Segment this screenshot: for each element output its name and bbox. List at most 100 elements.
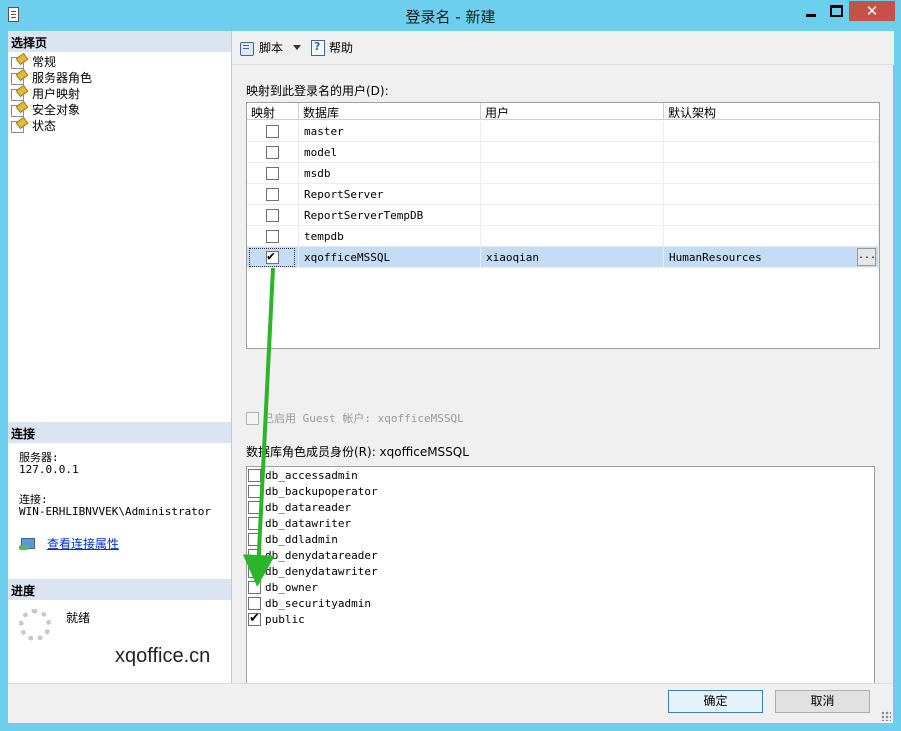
database-cell[interactable]: xqofficeMSSQL <box>299 247 481 268</box>
script-icon <box>240 41 255 56</box>
user-cell[interactable] <box>481 121 664 142</box>
login-new-window: 登录名 - 新建 ✕ 选择页 常规 服务器角色 用户映射 安全对象 状态 连接 … <box>0 0 901 731</box>
watermark: xqoffice.cn <box>115 645 211 667</box>
role-checkbox[interactable] <box>248 596 261 610</box>
database-cell[interactable]: ReportServer <box>299 184 481 205</box>
dialog-button-bar: 确定 取消 <box>8 683 893 723</box>
page-item-general[interactable]: 常规 <box>11 53 92 69</box>
user-cell[interactable]: xiaoqian <box>481 247 664 268</box>
dialog-body: 选择页 常规 服务器角色 用户映射 安全对象 状态 连接 服务器: 127.0.… <box>8 31 894 723</box>
role-checkbox[interactable] <box>248 580 261 594</box>
table-row[interactable]: xqofficeMSSQL xiaoqian HumanResources... <box>247 247 879 268</box>
list-item[interactable]: db_datareader <box>248 499 351 515</box>
role-checkbox[interactable] <box>248 611 261 627</box>
user-cell[interactable] <box>481 142 664 163</box>
view-connection-link[interactable]: 查看连接属性 <box>47 535 119 552</box>
map-cell <box>247 142 299 163</box>
view-connection-properties[interactable]: 查看连接属性 <box>19 535 119 552</box>
column-header-map[interactable]: 映射 <box>247 103 299 120</box>
map-checkbox[interactable] <box>266 146 279 159</box>
window-title: 登录名 - 新建 <box>405 8 496 26</box>
list-item[interactable]: db_ddladmin <box>248 531 338 547</box>
table-row[interactable]: ReportServerTempDB <box>247 205 879 226</box>
page-item-label: 常规 <box>32 54 57 69</box>
script-button[interactable]: 脚本 <box>240 39 302 56</box>
column-header-database[interactable]: 数据库 <box>299 103 481 120</box>
list-item[interactable]: db_denydatareader <box>248 547 378 563</box>
list-item[interactable]: db_denydatawriter <box>248 563 378 579</box>
list-item[interactable]: public <box>248 611 305 627</box>
map-cell <box>247 184 299 205</box>
database-cell[interactable]: msdb <box>299 163 481 184</box>
map-cell <box>247 226 299 247</box>
map-checkbox[interactable] <box>266 188 279 201</box>
minimize-button[interactable] <box>798 1 823 21</box>
role-checkbox[interactable] <box>248 516 261 530</box>
page-item-status[interactable]: 状态 <box>11 117 92 133</box>
database-cell-text: ReportServer <box>304 188 384 201</box>
table-row[interactable]: msdb <box>247 163 879 184</box>
table-row[interactable]: tempdb <box>247 226 879 247</box>
map-checkbox[interactable] <box>266 125 279 138</box>
column-header-user[interactable]: 用户 <box>481 103 664 120</box>
default-schema-cell[interactable] <box>664 205 879 226</box>
user-cell[interactable] <box>481 226 664 247</box>
role-checkbox[interactable] <box>248 500 261 514</box>
left-pane: 选择页 常规 服务器角色 用户映射 安全对象 状态 连接 服务器: 127.0.… <box>8 31 231 683</box>
cancel-button[interactable]: 取消 <box>775 690 870 713</box>
role-checkbox[interactable] <box>248 468 261 482</box>
default-schema-cell[interactable]: HumanResources... <box>664 247 879 268</box>
user-cell[interactable] <box>481 205 664 226</box>
help-label: 帮助 <box>329 41 354 55</box>
help-button[interactable]: 帮助 <box>311 39 353 56</box>
default-schema-cell[interactable] <box>664 184 879 205</box>
page-item-server-roles[interactable]: 服务器角色 <box>11 69 92 85</box>
default-schema-cell[interactable] <box>664 163 879 184</box>
page-item-label: 安全对象 <box>32 102 81 117</box>
role-checkbox[interactable] <box>248 484 261 498</box>
map-checkbox[interactable] <box>266 167 279 180</box>
role-checkbox[interactable] <box>248 564 261 578</box>
list-item[interactable]: db_backupoperator <box>248 483 378 499</box>
mapping-title: 映射到此登录名的用户(D): <box>246 84 389 98</box>
database-cell[interactable]: ReportServerTempDB <box>299 205 481 226</box>
chevron-down-icon[interactable] <box>293 45 302 50</box>
table-row[interactable]: master <box>247 121 879 142</box>
default-schema-cell[interactable] <box>664 226 879 247</box>
title-bar[interactable]: 登录名 - 新建 ✕ <box>0 0 901 31</box>
ok-button[interactable]: 确定 <box>668 690 763 713</box>
resize-grip-icon[interactable] <box>881 711 891 721</box>
map-checkbox[interactable] <box>266 209 279 222</box>
role-checkbox[interactable] <box>248 548 261 562</box>
role-label: db_owner <box>265 580 318 594</box>
maximize-button[interactable] <box>823 1 849 21</box>
guest-account-row: 已启用 Guest 帐户: xqofficeMSSQL <box>246 410 464 426</box>
role-checkbox[interactable] <box>248 532 261 546</box>
list-item[interactable]: db_securityadmin <box>248 595 371 611</box>
column-header-default-schema[interactable]: 默认架构 <box>664 103 879 120</box>
browse-schema-button[interactable]: ... <box>857 248 876 266</box>
default-schema-cell[interactable] <box>664 121 879 142</box>
map-checkbox[interactable] <box>266 230 279 243</box>
list-item[interactable]: db_owner <box>248 579 318 595</box>
close-button[interactable]: ✕ <box>849 1 895 21</box>
role-membership-list[interactable]: db_accessadmin db_backupoperator db_datare… <box>246 466 875 697</box>
page-item-user-mapping[interactable]: 用户映射 <box>11 85 92 101</box>
default-schema-cell[interactable] <box>664 142 879 163</box>
database-cell[interactable]: tempdb <box>299 226 481 247</box>
page-item-securables[interactable]: 安全对象 <box>11 101 92 117</box>
user-mapping-grid[interactable]: 映射 数据库 用户 默认架构 master model msdb ReportServ… <box>246 102 880 349</box>
table-row[interactable]: ReportServer <box>247 184 879 205</box>
database-cell[interactable]: master <box>299 121 481 142</box>
role-label: db_datareader <box>265 500 352 514</box>
page-icon <box>11 87 26 101</box>
database-cell[interactable]: model <box>299 142 481 163</box>
role-label: db_accessadmin <box>265 468 358 482</box>
list-item[interactable]: db_datawriter <box>248 515 351 531</box>
user-cell[interactable] <box>481 163 664 184</box>
database-cell-text: xqofficeMSSQL <box>304 251 391 264</box>
list-item[interactable]: db_accessadmin <box>248 467 358 483</box>
default-schema-cell-text: HumanResources <box>669 251 762 264</box>
user-cell[interactable] <box>481 184 664 205</box>
table-row[interactable]: model <box>247 142 879 163</box>
